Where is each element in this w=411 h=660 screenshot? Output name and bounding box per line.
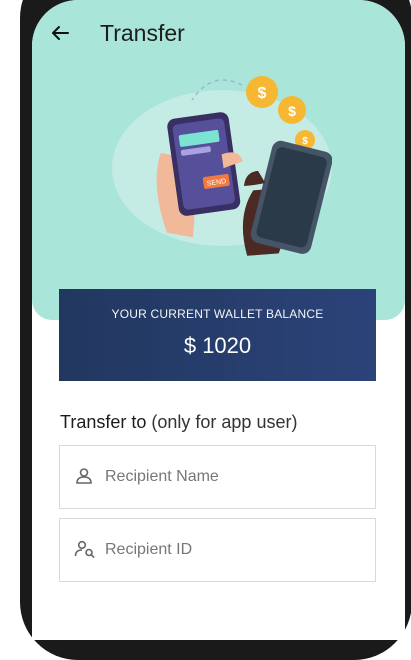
wallet-balance-card: YOUR CURRENT WALLET BALANCE $ 1020 (59, 289, 376, 381)
svg-text:$: $ (302, 136, 308, 147)
transfer-note: (only for app user) (151, 412, 298, 432)
transfer-illustration: $ $ $ SEND (112, 76, 332, 256)
coin-icon: $ (278, 96, 306, 124)
coin-icon: $ (246, 76, 278, 108)
balance-label: YOUR CURRENT WALLET BALANCE (111, 307, 324, 321)
page-title: Transfer (100, 20, 185, 46)
back-arrow-icon[interactable] (48, 21, 72, 45)
svg-text:$: $ (288, 103, 296, 119)
person-search-icon (74, 539, 95, 559)
screen: Transfer $ $ $ SEND YOUR CURRENT WALLET … (32, 0, 405, 640)
phone-side-button (22, 238, 28, 296)
balance-amount: $ 1020 (183, 333, 252, 358)
phone-side-button (22, 166, 28, 224)
recipient-name-placeholder: Recipient Name (105, 468, 219, 485)
svg-text:$: $ (258, 85, 267, 102)
recipient-id-placeholder: Recipient ID (105, 541, 193, 558)
transfer-to-label: Transfer to (60, 412, 147, 432)
person-icon (74, 466, 94, 486)
transfer-heading: Transfer to (only for app user) (60, 412, 297, 433)
recipient-id-field[interactable]: Recipient ID (59, 518, 376, 582)
phone-side-button (22, 96, 28, 132)
recipient-name-field[interactable]: Recipient Name (59, 445, 376, 509)
app-header: Transfer (32, 18, 405, 54)
